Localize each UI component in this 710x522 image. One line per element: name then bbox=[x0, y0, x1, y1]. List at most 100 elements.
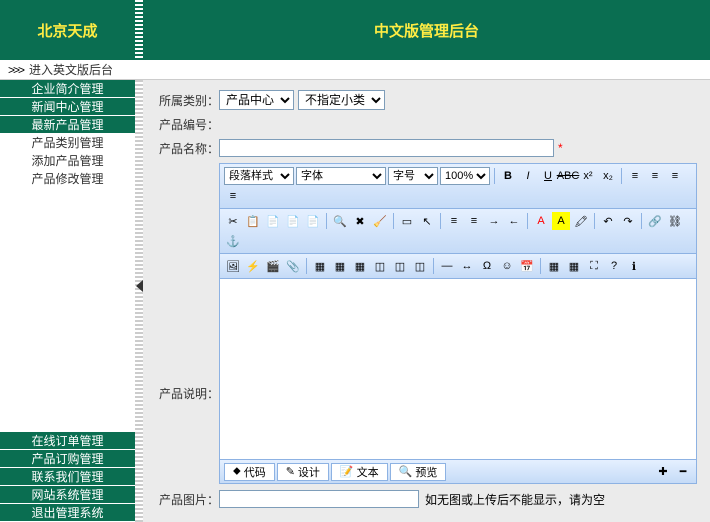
paste-text-button[interactable]: 📄 bbox=[284, 212, 302, 230]
input-product-name[interactable] bbox=[219, 139, 554, 157]
sidebar-item-news-center[interactable]: 新闻中心管理 bbox=[0, 98, 135, 116]
header-divider bbox=[135, 0, 143, 60]
collapse-sidebar-icon[interactable] bbox=[136, 280, 143, 292]
align-justify-button[interactable]: ≡ bbox=[224, 187, 242, 205]
emoji-button[interactable]: ☺ bbox=[498, 257, 516, 275]
sidebar-item-edit-product[interactable]: 产品修改管理 bbox=[0, 170, 135, 188]
help-button[interactable]: ? bbox=[605, 257, 623, 275]
tab-design[interactable]: ✎设计 bbox=[277, 463, 329, 481]
paste-word-button[interactable]: 📄 bbox=[304, 212, 322, 230]
object-5-button[interactable]: ◫ bbox=[391, 257, 409, 275]
find-button[interactable]: 🔍 bbox=[331, 212, 349, 230]
editor-textarea[interactable] bbox=[220, 279, 696, 459]
table-props-button[interactable]: ▦ bbox=[565, 257, 583, 275]
select-category-sub[interactable]: 不指定小类 bbox=[298, 90, 385, 110]
label-product-img: 产品图片： bbox=[155, 491, 219, 508]
strikethrough-button[interactable]: ABC bbox=[559, 167, 577, 185]
outdent-button[interactable]: ← bbox=[505, 212, 523, 230]
english-admin-link[interactable]: 进入英文版后台 bbox=[29, 61, 113, 78]
img-hint-text: 如无图或上传后不能显示，请为空 bbox=[425, 491, 605, 508]
sidebar-item-add-product[interactable]: 添加产品管理 bbox=[0, 152, 135, 170]
label-category: 所属类别： bbox=[155, 92, 219, 109]
indent-button[interactable]: → bbox=[485, 212, 503, 230]
sidebar-item-product-orders[interactable]: 产品订购管理 bbox=[0, 450, 135, 468]
ordered-list-button[interactable]: ≡ bbox=[445, 212, 463, 230]
image-button[interactable]: 🖼 bbox=[224, 257, 242, 275]
object-3-button[interactable]: ▦ bbox=[351, 257, 369, 275]
redo-button[interactable]: ↷ bbox=[619, 212, 637, 230]
special-char-button[interactable]: Ω bbox=[478, 257, 496, 275]
label-product-no: 产品编号： bbox=[155, 116, 219, 133]
select-font-size[interactable]: 字号 bbox=[388, 167, 438, 185]
about-button[interactable]: ℹ bbox=[625, 257, 643, 275]
admin-title: 中文版管理后台 bbox=[143, 0, 710, 60]
editor-footer: ⬥代码 ✎设计 📝文本 🔍预览 ✚ ━ bbox=[220, 459, 696, 483]
copy-button[interactable]: 📋 bbox=[244, 212, 262, 230]
expand-button[interactable]: ✚ bbox=[654, 463, 672, 481]
tab-preview[interactable]: 🔍预览 bbox=[390, 463, 447, 481]
object-6-button[interactable]: ◫ bbox=[411, 257, 429, 275]
side-divider bbox=[135, 80, 143, 522]
marquee-button[interactable]: ↔ bbox=[458, 257, 476, 275]
date-button[interactable]: 📅 bbox=[518, 257, 536, 275]
flash-button[interactable]: ⚡ bbox=[244, 257, 262, 275]
content-area: 所属类别： 产品中心 不指定小类 产品编号： 产品名称： * 产品说明： 段落样… bbox=[143, 80, 710, 522]
editor-toolbar-1: 段落样式 字体 字号 100% B I U ABC x² x₂ ≡ ≡ ≡ ≡ bbox=[220, 164, 696, 209]
fullscreen-button[interactable]: ⛶ bbox=[585, 257, 603, 275]
sidebar-item-company-intro[interactable]: 企业简介管理 bbox=[0, 80, 135, 98]
sidebar-item-latest-products[interactable]: 最新产品管理 bbox=[0, 116, 135, 134]
select-category-main[interactable]: 产品中心 bbox=[219, 90, 294, 110]
text-icon: 📝 bbox=[340, 465, 354, 478]
sidebar-item-online-orders[interactable]: 在线订单管理 bbox=[0, 432, 135, 450]
highlight-button[interactable]: 🖍 bbox=[572, 212, 590, 230]
file-button[interactable]: 📎 bbox=[284, 257, 302, 275]
superscript-button[interactable]: x² bbox=[579, 167, 597, 185]
sidebar-item-contact-us[interactable]: 联系我们管理 bbox=[0, 468, 135, 486]
subscript-button[interactable]: x₂ bbox=[599, 167, 617, 185]
object-2-button[interactable]: ▦ bbox=[331, 257, 349, 275]
tab-code[interactable]: ⬥代码 bbox=[224, 463, 275, 481]
bg-color-button[interactable]: A bbox=[552, 212, 570, 230]
select-paragraph-style[interactable]: 段落样式 bbox=[224, 167, 294, 185]
media-button[interactable]: 🎬 bbox=[264, 257, 282, 275]
shrink-button[interactable]: ━ bbox=[674, 463, 692, 481]
cut-button[interactable]: ✂ bbox=[224, 212, 242, 230]
label-product-desc: 产品说明： bbox=[155, 385, 219, 402]
anchor-button[interactable]: ⚓ bbox=[224, 232, 242, 250]
cursor-button[interactable]: ↖ bbox=[418, 212, 436, 230]
select-zoom[interactable]: 100% bbox=[440, 167, 490, 185]
sidebar-item-system-settings[interactable]: 网站系统管理 bbox=[0, 486, 135, 504]
table-button[interactable]: ▦ bbox=[545, 257, 563, 275]
font-color-button[interactable]: A bbox=[532, 212, 550, 230]
subheader: >>> 进入英文版后台 bbox=[0, 60, 710, 80]
hr-button[interactable]: — bbox=[438, 257, 456, 275]
sidebar: 企业简介管理 新闻中心管理 最新产品管理 产品类别管理 添加产品管理 产品修改管… bbox=[0, 80, 135, 522]
object-4-button[interactable]: ◫ bbox=[371, 257, 389, 275]
tab-text[interactable]: 📝文本 bbox=[331, 463, 388, 481]
bold-button[interactable]: B bbox=[499, 167, 517, 185]
select-font[interactable]: 字体 bbox=[296, 167, 386, 185]
input-product-img[interactable] bbox=[219, 490, 419, 508]
align-center-button[interactable]: ≡ bbox=[646, 167, 664, 185]
brand-title: 北京天成 bbox=[0, 0, 135, 60]
undo-button[interactable]: ↶ bbox=[599, 212, 617, 230]
design-icon: ✎ bbox=[286, 465, 295, 478]
unlink-button[interactable]: ⛓ bbox=[666, 212, 684, 230]
editor-toolbar-2: ✂ 📋 📄 📄 📄 🔍 ✖ 🧹 ▭ ↖ ≡ ≡ → ← bbox=[220, 209, 696, 254]
required-icon: * bbox=[558, 141, 563, 155]
underline-button[interactable]: U bbox=[539, 167, 557, 185]
unordered-list-button[interactable]: ≡ bbox=[465, 212, 483, 230]
object-1-button[interactable]: ▦ bbox=[311, 257, 329, 275]
sidebar-item-product-category[interactable]: 产品类别管理 bbox=[0, 134, 135, 152]
delete-button[interactable]: ✖ bbox=[351, 212, 369, 230]
editor-toolbar-3: 🖼 ⚡ 🎬 📎 ▦ ▦ ▦ ◫ ◫ ◫ — ↔ Ω ☺ 📅 bbox=[220, 254, 696, 279]
preview-icon: 🔍 bbox=[399, 465, 413, 478]
arrow-icon: >>> bbox=[8, 63, 23, 77]
link-button[interactable]: 🔗 bbox=[646, 212, 664, 230]
align-left-button[interactable]: ≡ bbox=[626, 167, 644, 185]
select-button[interactable]: ▭ bbox=[398, 212, 416, 230]
align-right-button[interactable]: ≡ bbox=[666, 167, 684, 185]
italic-button[interactable]: I bbox=[519, 167, 537, 185]
paste-button[interactable]: 📄 bbox=[264, 212, 282, 230]
clear-format-button[interactable]: 🧹 bbox=[371, 212, 389, 230]
